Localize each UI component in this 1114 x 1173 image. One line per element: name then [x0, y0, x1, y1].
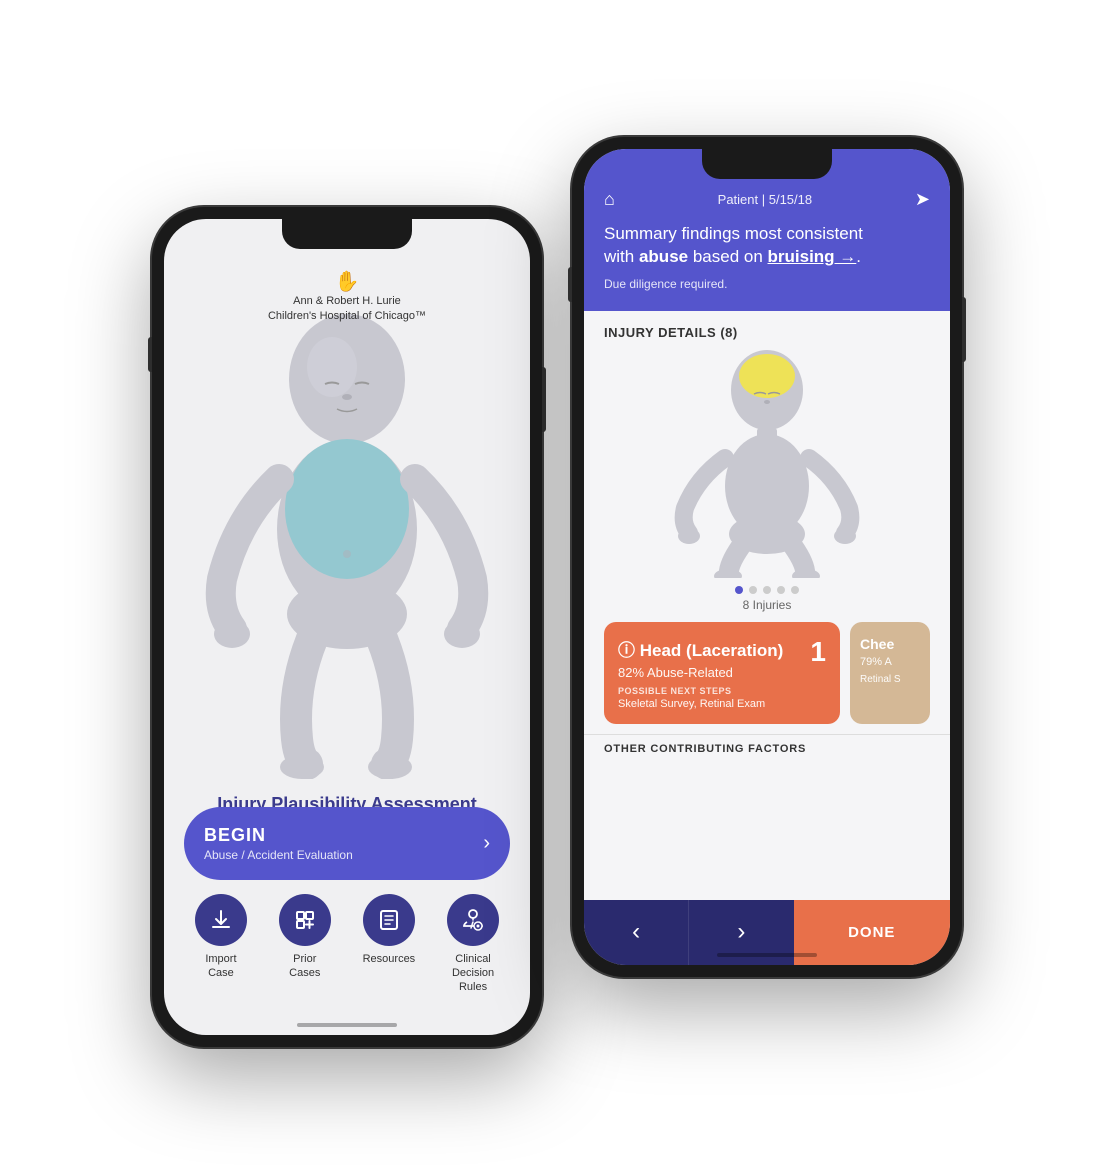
dot-2 — [749, 586, 757, 594]
begin-chevron-icon: › — [483, 832, 490, 855]
injury-cards-row: ⓘ Head (Laceration) 82% Abuse-Related PO… — [584, 612, 950, 734]
injury-details-header: INJURY DETAILS (8) — [584, 311, 950, 348]
left-phone: ✋ Ann & Robert H. Lurie Children's Hospi… — [152, 207, 542, 1047]
phones-container: ✋ Ann & Robert H. Lurie Children's Hospi… — [7, 17, 1107, 1157]
right-phone-screen: ⌂ Patient | 5/15/18 ➤ Summary findings m… — [584, 149, 950, 965]
pagination-dots — [735, 586, 799, 594]
prior-cases-label: PriorCases — [289, 952, 320, 981]
injury-card-cheek-title: Chee — [860, 636, 920, 652]
bottom-icons: ImportCase PriorCases — [164, 894, 530, 995]
import-case-label: ImportCase — [205, 952, 236, 981]
prior-cases-icon — [279, 894, 331, 946]
right-content: INJURY DETAILS (8) — [584, 311, 950, 964]
resources-label: Resources — [363, 952, 416, 966]
injuries-count: 8 Injuries — [743, 598, 792, 612]
done-button[interactable]: DONE — [794, 900, 950, 965]
clinical-decision-label: ClinicalDecisionRules — [452, 952, 494, 995]
dot-5 — [791, 586, 799, 594]
clinical-decision-icon — [447, 894, 499, 946]
send-icon[interactable]: ➤ — [915, 189, 930, 210]
next-steps-label: POSSIBLE NEXT STEPS — [618, 686, 826, 696]
dot-3 — [763, 586, 771, 594]
other-contributing: OTHER CONTRIBUTING FACTORS — [584, 734, 950, 759]
import-case-icon — [195, 894, 247, 946]
injury-card-head[interactable]: ⓘ Head (Laceration) 82% Abuse-Related PO… — [604, 622, 840, 724]
dot-4 — [777, 586, 785, 594]
hospital-name: Ann & Robert H. Lurie Children's Hospita… — [268, 294, 426, 325]
hospital-icon: ✋ — [268, 269, 426, 294]
left-phone-screen: ✋ Ann & Robert H. Lurie Children's Hospi… — [164, 219, 530, 1035]
prev-icon: ‹ — [632, 918, 640, 946]
home-indicator-right — [717, 953, 817, 957]
body-figure-left — [197, 299, 497, 779]
prior-cases-button[interactable]: PriorCases — [279, 894, 331, 995]
notch-left — [282, 219, 412, 249]
injury-card-cheek-percent: 79% A — [860, 656, 920, 668]
info-icon: ⓘ — [618, 641, 640, 660]
due-diligence-text: Due diligence required. — [604, 277, 930, 291]
screen-right: ⌂ Patient | 5/15/18 ➤ Summary findings m… — [584, 149, 950, 965]
next-icon: › — [737, 918, 745, 946]
resources-button[interactable]: Resources — [363, 894, 416, 995]
done-label: DONE — [848, 924, 895, 941]
injury-card-head-percent: 82% Abuse-Related — [618, 665, 826, 680]
injury-card-cheek[interactable]: Chee 79% A Retinal S — [850, 622, 930, 724]
home-indicator-left — [297, 1023, 397, 1027]
resources-icon — [363, 894, 415, 946]
summary-text: Summary findings most consistent with ab… — [604, 222, 930, 270]
screen-left: ✋ Ann & Robert H. Lurie Children's Hospi… — [164, 219, 530, 1035]
next-steps-value: Skeletal Survey, Retinal Exam — [618, 698, 826, 710]
body-figure-right — [667, 348, 867, 578]
begin-label: BEGIN — [204, 825, 353, 846]
hospital-logo: ✋ Ann & Robert H. Lurie Children's Hospi… — [268, 269, 426, 325]
prev-button[interactable]: ‹ — [584, 900, 689, 965]
clinical-decision-rules-button[interactable]: ClinicalDecisionRules — [447, 894, 499, 995]
begin-sublabel: Abuse / Accident Evaluation — [204, 848, 353, 862]
begin-button[interactable]: BEGIN Abuse / Accident Evaluation › — [184, 807, 510, 880]
injury-card-cheek-steps: Retinal S — [860, 674, 920, 685]
injury-number-badge: 1 — [810, 636, 826, 668]
body-figure-right-container: 8 Injuries — [584, 348, 950, 612]
patient-date: Patient | 5/15/18 — [718, 192, 812, 207]
dot-1 — [735, 586, 743, 594]
import-case-button[interactable]: ImportCase — [195, 894, 247, 995]
notch-right — [702, 149, 832, 179]
home-icon[interactable]: ⌂ — [604, 189, 615, 210]
injury-card-head-title: ⓘ Head (Laceration) — [618, 636, 826, 661]
begin-button-content: BEGIN Abuse / Accident Evaluation — [204, 825, 353, 862]
right-header-top: ⌂ Patient | 5/15/18 ➤ — [604, 189, 930, 210]
right-phone: ⌂ Patient | 5/15/18 ➤ Summary findings m… — [572, 137, 962, 977]
